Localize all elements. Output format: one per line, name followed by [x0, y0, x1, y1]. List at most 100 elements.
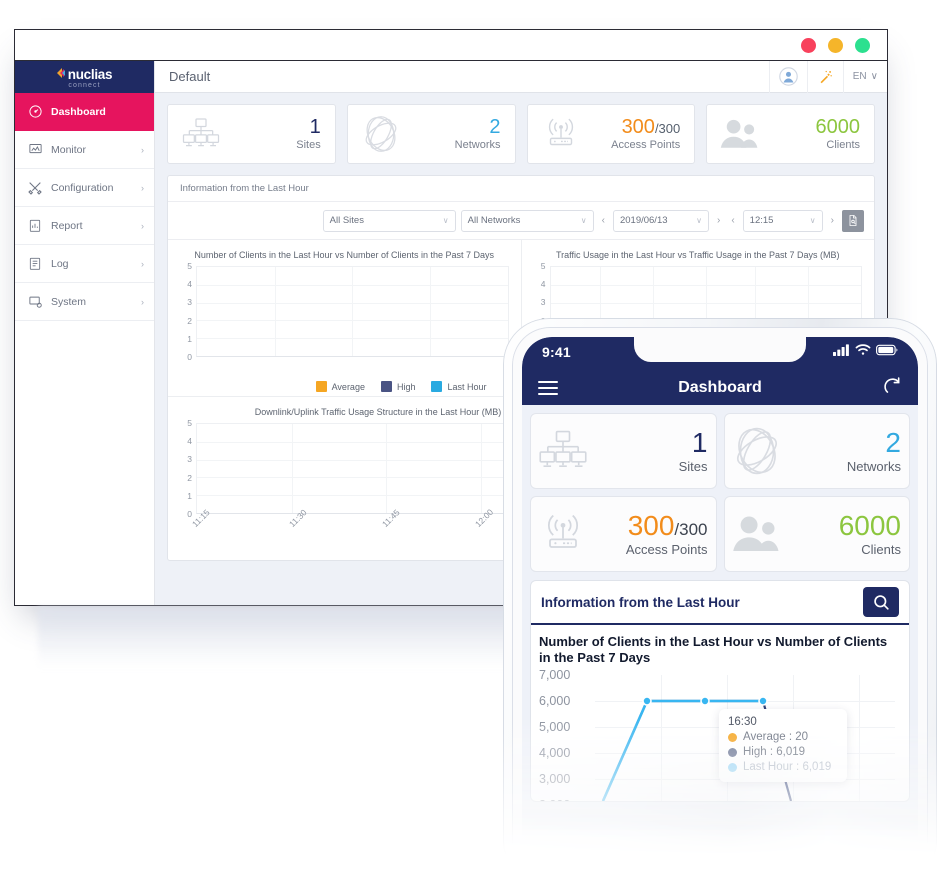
legend-item-high[interactable]: High: [380, 381, 416, 392]
phone-notch: [634, 337, 806, 362]
legend-label: Average: [331, 381, 365, 392]
stat-label: Access Points: [625, 542, 708, 557]
wifi-icon: [855, 343, 871, 361]
stat-value: 1: [691, 427, 708, 458]
date-prev-button[interactable]: ‹: [599, 215, 608, 226]
minimize-window-button[interactable]: [828, 37, 843, 53]
phone-page-title: Dashboard: [678, 379, 762, 396]
chart-grid: [196, 266, 509, 357]
time-prev-button[interactable]: ‹: [728, 215, 737, 226]
tooltip-value: 20: [795, 731, 809, 744]
language-selector[interactable]: EN ∨: [842, 60, 887, 93]
sidebar-item-dashboard[interactable]: Dashboard: [15, 93, 154, 131]
legend-label: High: [396, 381, 416, 392]
sidebar-item-report[interactable]: Report ›: [15, 207, 154, 245]
sidebar-item-monitor[interactable]: Monitor ›: [15, 131, 154, 169]
date-next-button[interactable]: ›: [714, 215, 723, 226]
user-avatar-button[interactable]: [768, 60, 807, 93]
y-tick: 4,000: [539, 746, 571, 761]
tools-icon: [25, 180, 45, 196]
app-top-bar: Default EN ∨: [155, 60, 887, 93]
phone-nav-bar: Dashboard: [522, 371, 918, 405]
stat-value: 6000: [815, 115, 861, 138]
network-filter-select[interactable]: All Networks ∨: [460, 209, 594, 232]
clients-icon: [717, 118, 763, 150]
setup-wizard-button[interactable]: [806, 60, 843, 93]
stat-card-sites[interactable]: 1 Sites: [167, 104, 336, 164]
phone-stat-card-networks[interactable]: 2 Networks: [723, 413, 910, 489]
date-select[interactable]: 2019/06/13 ∨: [612, 209, 709, 232]
y-tick: 3: [187, 454, 192, 465]
stat-label: Networks: [454, 138, 501, 151]
y-tick: 5: [540, 261, 546, 271]
phone-information-panel: Information from the Last Hour Number of…: [530, 580, 910, 803]
chart-title: Number of Clients in the Last Hour vs Nu…: [194, 250, 495, 260]
phone-panel-title: Information from the Last Hour: [541, 594, 740, 610]
log-icon: [25, 256, 45, 271]
tooltip-label: Average: [743, 731, 786, 744]
stat-label: Sites: [678, 459, 708, 474]
browser-title-bar: [15, 30, 887, 61]
time-next-button[interactable]: ›: [828, 215, 837, 226]
sidebar-item-system[interactable]: System ›: [15, 283, 154, 321]
chart-title: Traffic Usage in the Last Hour vs Traffi…: [556, 250, 840, 260]
sidebar-item-log[interactable]: Log ›: [15, 245, 154, 283]
legend-item-average[interactable]: Average: [315, 381, 365, 392]
tooltip-label: High: [743, 746, 767, 759]
chevron-down-icon: ∨: [696, 216, 702, 225]
legend-item-last-hour[interactable]: Last Hour: [431, 381, 487, 392]
export-icon[interactable]: [842, 209, 864, 232]
stat-card-row: 1 Sites 2 Networks 300/300 Access Points…: [167, 104, 875, 164]
maximize-window-button[interactable]: [855, 37, 870, 53]
y-tick: 1: [187, 333, 192, 344]
stat-card-clients[interactable]: 6000 Clients: [706, 104, 875, 164]
stat-value: 2: [885, 427, 901, 458]
networks-icon: [358, 114, 404, 154]
chart-legend: Average High Last Hour: [176, 381, 513, 392]
refresh-icon[interactable]: [882, 376, 902, 401]
sidebar-item-configuration[interactable]: Configuration ›: [15, 169, 154, 207]
chevron-right-icon: ›: [141, 182, 144, 193]
language-label: EN: [852, 71, 867, 82]
search-icon[interactable]: [863, 587, 899, 617]
hamburger-menu-icon[interactable]: [538, 377, 558, 399]
y-tick: 4: [540, 279, 546, 290]
phone-panel-header: Information from the Last Hour: [531, 581, 909, 625]
sidebar-item-label: Report: [51, 219, 83, 232]
stat-label: Clients: [826, 138, 860, 151]
stat-value: 300/300: [621, 115, 681, 138]
phone-stat-grid: 1 Sites 2 Networks 300/300 Access Points…: [530, 413, 910, 572]
sidebar-item-label: Monitor: [51, 143, 87, 156]
panel-title: Information from the Last Hour: [168, 176, 874, 202]
phone-stat-card-clients[interactable]: 6000 Clients: [723, 496, 910, 572]
y-tick: 2: [187, 315, 192, 326]
y-tick: 4: [187, 279, 192, 290]
tooltip-value: 6,019: [802, 761, 832, 774]
brand-name: nuclias: [67, 67, 113, 82]
stat-value: 2: [489, 115, 501, 138]
time-select[interactable]: 12:15 ∨: [742, 209, 823, 232]
phone-stat-card-sites[interactable]: 1 Sites: [530, 413, 717, 489]
stat-value: 1: [309, 115, 321, 138]
sidebar-item-label: Dashboard: [51, 105, 106, 118]
date-value: 2019/06/13: [619, 215, 668, 226]
stat-label: Clients: [861, 542, 901, 557]
y-tick: 4: [187, 436, 192, 447]
y-tick: 3: [540, 297, 546, 308]
report-icon: [25, 218, 45, 233]
stat-value: 300/300: [627, 510, 708, 541]
legend-label: Last Hour: [447, 381, 487, 392]
close-window-button[interactable]: [801, 37, 816, 53]
site-filter-select[interactable]: All Sites ∨: [322, 209, 456, 232]
chevron-right-icon: ›: [141, 220, 144, 231]
brand-logo: nuclias connect: [15, 61, 154, 93]
access-point-icon: [538, 117, 584, 151]
stat-card-access-points[interactable]: 300/300 Access Points: [526, 104, 696, 164]
y-tick: 3,000: [539, 772, 571, 787]
stat-label: Networks: [846, 459, 901, 474]
tooltip-time: 16:30: [728, 716, 757, 729]
chart-clients-last-hour: Number of Clients in the Last Hour vs Nu…: [168, 240, 522, 396]
phone-stat-card-access-points[interactable]: 300/300 Access Points: [530, 496, 717, 572]
stat-card-networks[interactable]: 2 Networks: [346, 104, 516, 164]
status-time: 9:41: [542, 344, 571, 360]
